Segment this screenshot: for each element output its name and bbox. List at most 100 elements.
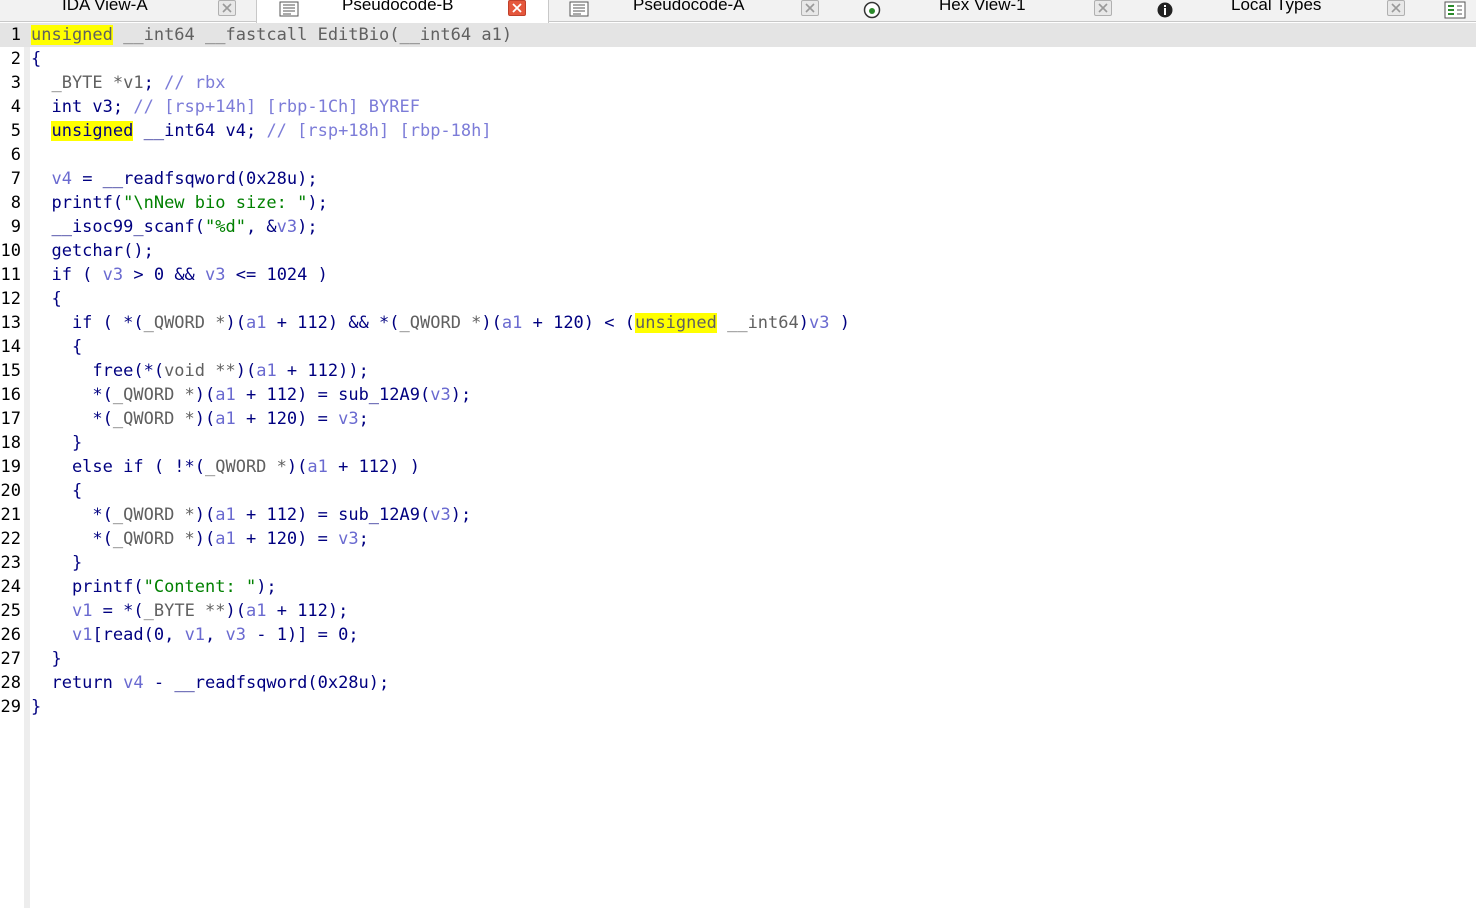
code-token: + 120) =: [235, 409, 339, 429]
code-text: else if ( !*(_QWORD *)(a1 + 112) ): [31, 455, 420, 479]
code-token: + 120) =: [235, 529, 339, 549]
code-token: _QWORD *: [112, 529, 195, 549]
tab-pseudocode-a[interactable]: Pseudocode-A: [549, 0, 842, 22]
line-number: 27: [0, 649, 21, 669]
code-line[interactable]: 2{: [0, 47, 1476, 71]
code-token: {: [31, 49, 42, 69]
code-token: }: [31, 553, 83, 573]
code-line[interactable]: 26 v1[read(0, v1, v3 - 1)] = 0;: [0, 623, 1476, 647]
line-number: 24: [0, 577, 21, 597]
code-line[interactable]: 18 }: [0, 431, 1476, 455]
tab-local-types[interactable]: Local Types: [1135, 0, 1428, 22]
line-number: 25: [0, 601, 21, 621]
line-number: 19: [0, 457, 21, 477]
code-line[interactable]: 14 {: [0, 335, 1476, 359]
code-line[interactable]: 9 __isoc99_scanf("%d", &v3);: [0, 215, 1476, 239]
tab-pseudocode-b[interactable]: Pseudocode-B: [256, 0, 549, 23]
tab-label: Pseudocode-A: [633, 0, 745, 14]
code-line[interactable]: 5 unsigned __int64 v4; // [rsp+18h] [rbp…: [0, 119, 1476, 143]
code-token: )(: [194, 385, 216, 405]
code-text: if ( v3 > 0 && v3 <= 1024 ): [31, 263, 327, 287]
code-token: );: [256, 577, 277, 597]
code-token: void **: [164, 361, 236, 381]
code-token: v1: [123, 73, 144, 93]
code-line[interactable]: 15 free(*(void **)(a1 + 112));: [0, 359, 1476, 383]
code-token: v3: [338, 409, 359, 429]
code-token: }: [31, 697, 42, 717]
code-token: + 112) = sub_12A9(: [235, 385, 431, 405]
code-token: )(: [194, 529, 216, 549]
code-line[interactable]: 12 {: [0, 287, 1476, 311]
code-line[interactable]: 8 printf("\nNew bio size: ");: [0, 191, 1476, 215]
code-token: ): [829, 313, 850, 333]
code-line[interactable]: 28 return v4 - __readfsqword(0x28u);: [0, 671, 1476, 695]
code-text: }: [31, 695, 41, 719]
code-line[interactable]: 24 printf("Content: ");: [0, 575, 1476, 599]
code-token: _QWORD *: [112, 385, 195, 405]
code-line[interactable]: 29}: [0, 695, 1476, 719]
code-line[interactable]: 13 if ( *(_QWORD *)(a1 + 112) && *(_QWOR…: [0, 311, 1476, 335]
code-token: )(: [235, 361, 257, 381]
line-number: 13: [0, 313, 21, 333]
code-token: _BYTE **: [143, 601, 226, 621]
code-line[interactable]: 6: [0, 143, 1476, 167]
line-number: 15: [0, 361, 21, 381]
tab-hex-view-1[interactable]: Hex View-1: [842, 0, 1135, 22]
code-token: )(: [194, 409, 216, 429]
code-token: }: [31, 649, 62, 669]
code-line[interactable]: 23 }: [0, 551, 1476, 575]
code-line[interactable]: 22 *(_QWORD *)(a1 + 120) = v3;: [0, 527, 1476, 551]
code-token: _QWORD *: [205, 457, 287, 477]
code-line[interactable]: 7 v4 = __readfsqword(0x28u);: [0, 167, 1476, 191]
line-number: 18: [0, 433, 21, 453]
code-line[interactable]: 25 v1 = *(_BYTE **)(a1 + 112);: [0, 599, 1476, 623]
code-line[interactable]: 27 }: [0, 647, 1476, 671]
code-line[interactable]: 16 *(_QWORD *)(a1 + 112) = sub_12A9(v3);: [0, 383, 1476, 407]
code-line[interactable]: 10 getchar();: [0, 239, 1476, 263]
code-line[interactable]: 19 else if ( !*(_QWORD *)(a1 + 112) ): [0, 455, 1476, 479]
code-token: + 120) < (: [522, 313, 635, 333]
code-token: __isoc99_scanf(: [31, 217, 205, 237]
code-token: a1: [215, 505, 236, 525]
line-number: 9: [10, 217, 21, 237]
line-number: 21: [0, 505, 21, 525]
code-text: *(_QWORD *)(a1 + 120) = v3;: [31, 527, 368, 551]
code-text: unsigned __int64 v4; // [rsp+18h] [rbp-1…: [31, 119, 492, 143]
code-token: );: [307, 193, 328, 213]
close-icon[interactable]: [218, 0, 236, 16]
close-icon[interactable]: [1094, 0, 1112, 16]
code-text: unsigned __int64 __fastcall EditBio(__in…: [31, 23, 512, 47]
code-text: *(_QWORD *)(a1 + 112) = sub_12A9(v3);: [31, 503, 471, 527]
code-line[interactable]: 4 int v3; // [rsp+14h] [rbp-1Ch] BYREF: [0, 95, 1476, 119]
close-icon[interactable]: [1387, 0, 1405, 16]
hex-view-icon: [862, 1, 881, 19]
code-text: printf("Content: ");: [31, 575, 277, 599]
code-token: *(: [31, 385, 113, 405]
close-icon[interactable]: [508, 0, 526, 16]
tab-overflow[interactable]: [1428, 0, 1476, 22]
code-token: if ( *(: [31, 313, 144, 333]
code-text: free(*(void **)(a1 + 112));: [31, 359, 369, 383]
code-line[interactable]: 3 _BYTE *v1; // rbx: [0, 71, 1476, 95]
code-token: + 112));: [276, 361, 369, 381]
code-token: a1: [245, 313, 267, 333]
tab-ida-view-a[interactable]: IDA View-A: [0, 0, 256, 22]
code-token: {: [31, 289, 62, 309]
code-line[interactable]: 17 *(_QWORD *)(a1 + 120) = v3;: [0, 407, 1476, 431]
code-token: _BYTE *: [31, 73, 124, 93]
code-line[interactable]: 1 unsigned __int64 __fastcall EditBio(__i…: [0, 23, 1476, 47]
code-token: __int64 v4;: [133, 121, 267, 141]
code-line[interactable]: 20 {: [0, 479, 1476, 503]
code-token: __int64 __fastcall EditBio(__int64 a1): [112, 25, 513, 45]
code-text: {: [31, 479, 82, 503]
code-token: getchar();: [31, 241, 154, 261]
code-line[interactable]: 21 *(_QWORD *)(a1 + 112) = sub_12A9(v3);: [0, 503, 1476, 527]
line-number: 23: [0, 553, 21, 573]
code-token: a1: [215, 529, 236, 549]
code-token: )(: [194, 505, 216, 525]
code-line[interactable]: 11 if ( v3 > 0 && v3 <= 1024 ): [0, 263, 1476, 287]
code-token: v3: [809, 313, 830, 333]
close-icon[interactable]: [801, 0, 819, 16]
